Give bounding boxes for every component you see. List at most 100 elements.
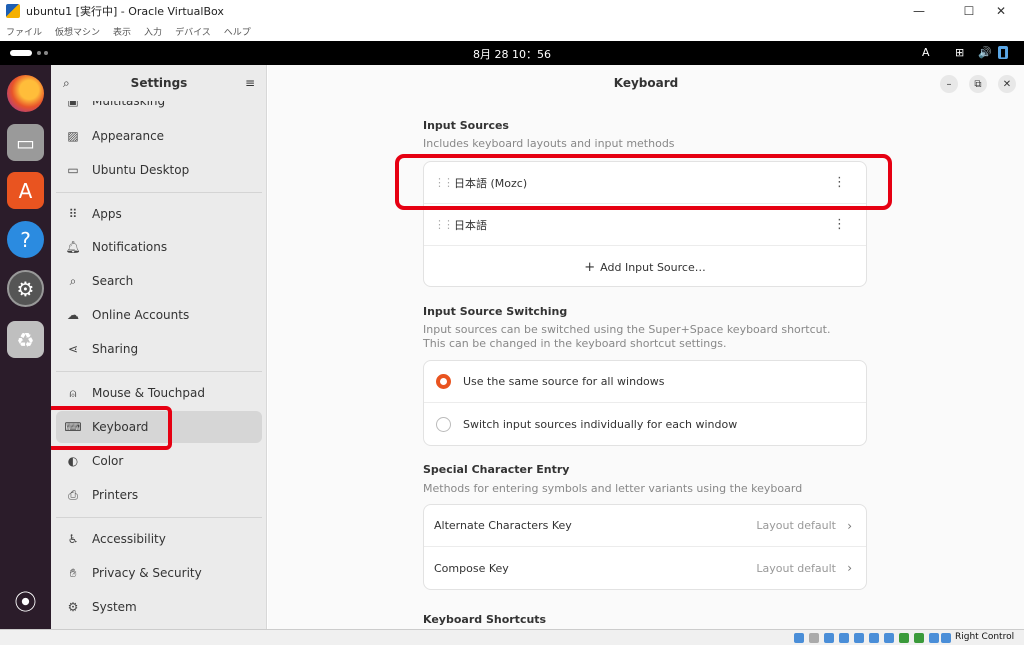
- switching-desc-2: This can be changed in the keyboard shor…: [423, 337, 727, 350]
- menu-machine[interactable]: 仮想マシン: [55, 25, 100, 38]
- optical-icon[interactable]: [809, 633, 819, 643]
- printer-icon: ⎙: [68, 487, 78, 502]
- color-icon: ◐: [67, 454, 79, 468]
- menu-file[interactable]: ファイル: [6, 25, 42, 38]
- search-icon: ⌕: [69, 273, 77, 288]
- switching-title: Input Source Switching: [423, 305, 568, 318]
- mouse-icon: ⍝: [69, 385, 77, 400]
- virtualbox-status-bar: Right Control: [0, 629, 1024, 645]
- help-icon[interactable]: ?: [7, 221, 44, 258]
- sidebar-item-printers[interactable]: ⎙ Printers: [56, 479, 262, 511]
- host-title-bar: ubuntu1 [実行中] - Oracle VirtualBox — ☐ ✕: [0, 0, 1024, 22]
- sidebar-header: ⌕ Settings ≡: [51, 65, 266, 101]
- trash-icon[interactable]: ♻: [7, 321, 44, 358]
- switch-option-same[interactable]: Use the same source for all windows: [424, 361, 866, 403]
- battery-icon[interactable]: ▮: [998, 46, 1009, 59]
- drag-handle-icon[interactable]: ⋮⋮: [434, 218, 454, 231]
- desktop-icon: ▭: [67, 163, 79, 177]
- network-icon[interactable]: ⊞: [955, 46, 964, 59]
- cloud-icon: ☁: [67, 308, 79, 322]
- sidebar-item-apps[interactable]: ⠿ Apps: [56, 198, 262, 230]
- sidebar-item-search[interactable]: ⌕ Search: [56, 265, 262, 297]
- disk-icon[interactable]: [794, 633, 804, 643]
- window-close-icon[interactable]: ✕: [998, 75, 1016, 93]
- switching-desc-1: Input sources can be switched using the …: [423, 323, 831, 336]
- virtualbox-icon: [6, 4, 20, 18]
- compose-key-row[interactable]: Compose Key Layout default ›: [424, 547, 866, 589]
- radio-selected[interactable]: [436, 374, 451, 389]
- plus-icon: +: [584, 259, 596, 275]
- highlight-box: [395, 154, 892, 210]
- settings-sidebar: ⌕ Settings ≡ ▣ Multitasking ▨ Appearance ▭…: [51, 65, 267, 629]
- hand-icon: ✋︎: [69, 565, 77, 580]
- host-window-title: ubuntu1 [実行中] - Oracle VirtualBox: [26, 5, 224, 18]
- switching-card: Use the same source for all windows Swit…: [423, 360, 867, 446]
- search-icon[interactable]: ⌕: [63, 76, 70, 91]
- sidebar-item-system[interactable]: ⚙ System: [56, 591, 262, 623]
- divider: [56, 371, 262, 372]
- sidebar-title: Settings: [130, 76, 188, 90]
- bell-icon: 🔔︎: [65, 240, 81, 254]
- special-title: Special Character Entry: [423, 463, 570, 476]
- network-status-icon[interactable]: [839, 633, 849, 643]
- mouse-integration-icon[interactable]: [929, 633, 939, 643]
- keyboard-capture-icon[interactable]: [941, 633, 951, 643]
- cpu-icon[interactable]: [914, 633, 924, 643]
- show-apps-icon[interactable]: ⦿: [7, 582, 44, 619]
- sidebar-item-appearance[interactable]: ▨ Appearance: [56, 120, 262, 152]
- menu-view[interactable]: 表示: [113, 25, 131, 38]
- switch-option-individual[interactable]: Switch input sources individually for ea…: [424, 403, 866, 445]
- recording-icon[interactable]: [899, 633, 909, 643]
- display-icon[interactable]: [884, 633, 894, 643]
- close-icon[interactable]: ✕: [978, 0, 1024, 22]
- divider: [56, 192, 262, 193]
- accessibility-icon: ♿︎: [67, 532, 79, 546]
- kebab-menu-icon[interactable]: ⋮: [833, 217, 846, 232]
- window-restore-icon[interactable]: ⧉: [969, 75, 987, 93]
- host-menubar: ファイル 仮想マシン 表示 入力 デバイス ヘルプ: [0, 22, 1024, 41]
- shortcuts-title: Keyboard Shortcuts: [423, 613, 547, 626]
- sidebar-item-accessibility[interactable]: ♿︎ Accessibility: [56, 523, 262, 555]
- menu-devices[interactable]: デバイス: [175, 25, 211, 38]
- gear-icon: ⚙: [67, 600, 79, 614]
- window-minimize-icon[interactable]: –: [940, 75, 958, 93]
- radio-unselected[interactable]: [436, 416, 451, 432]
- sidebar-item-mouse[interactable]: ⍝ Mouse & Touchpad: [56, 377, 262, 409]
- input-source-row[interactable]: ⋮⋮ 日本語 ⋮: [424, 204, 866, 246]
- input-method-indicator[interactable]: A: [922, 46, 930, 59]
- page-title: Keyboard: [613, 76, 679, 90]
- input-sources-desc: Includes keyboard layouts and input meth…: [423, 137, 675, 150]
- sidebar-item-ubuntu-desktop[interactable]: ▭ Ubuntu Desktop: [56, 154, 262, 186]
- usb-icon[interactable]: [854, 633, 864, 643]
- dock: ▭ A ? ⚙ ♻ ⦿: [0, 65, 51, 629]
- menu-input[interactable]: 入力: [144, 25, 162, 38]
- special-card: Alternate Characters Key Layout default …: [423, 504, 867, 590]
- chevron-right-icon: ›: [847, 561, 852, 575]
- sidebar-item-notifications[interactable]: 🔔︎ Notifications: [56, 231, 262, 263]
- sidebar-item-privacy[interactable]: ✋︎ Privacy & Security: [56, 557, 262, 589]
- shared-folder-icon[interactable]: [869, 633, 879, 643]
- volume-icon[interactable]: 🔊: [978, 46, 992, 59]
- alternate-characters-row[interactable]: Alternate Characters Key Layout default …: [424, 505, 866, 547]
- sidebar-item-online-accounts[interactable]: ☁ Online Accounts: [56, 299, 262, 331]
- audio-icon[interactable]: [824, 633, 834, 643]
- keyboard-panel: Keyboard – ⧉ ✕ Input Sources Includes ke…: [268, 65, 1024, 629]
- appearance-icon: ▨: [67, 129, 79, 143]
- highlight-box: [51, 406, 172, 450]
- divider: [56, 517, 262, 518]
- share-icon: ⋖: [67, 342, 79, 356]
- apps-icon: ⠿: [68, 207, 78, 221]
- sidebar-item-sharing[interactable]: ⋖ Sharing: [56, 333, 262, 365]
- app-center-icon[interactable]: A: [7, 172, 44, 209]
- add-input-source-button[interactable]: + Add Input Source…: [424, 246, 866, 286]
- input-sources-title: Input Sources: [423, 119, 509, 132]
- minimize-icon[interactable]: —: [896, 0, 942, 22]
- clock[interactable]: 8月 28 10：56: [0, 46, 1024, 62]
- chevron-right-icon: ›: [847, 518, 852, 533]
- menu-help[interactable]: ヘルプ: [224, 25, 251, 38]
- firefox-icon[interactable]: [7, 75, 44, 112]
- files-icon[interactable]: ▭: [7, 124, 44, 161]
- settings-icon[interactable]: ⚙: [7, 270, 44, 307]
- menu-icon[interactable]: ≡: [245, 76, 255, 90]
- special-desc: Methods for entering symbols and letter …: [423, 482, 803, 495]
